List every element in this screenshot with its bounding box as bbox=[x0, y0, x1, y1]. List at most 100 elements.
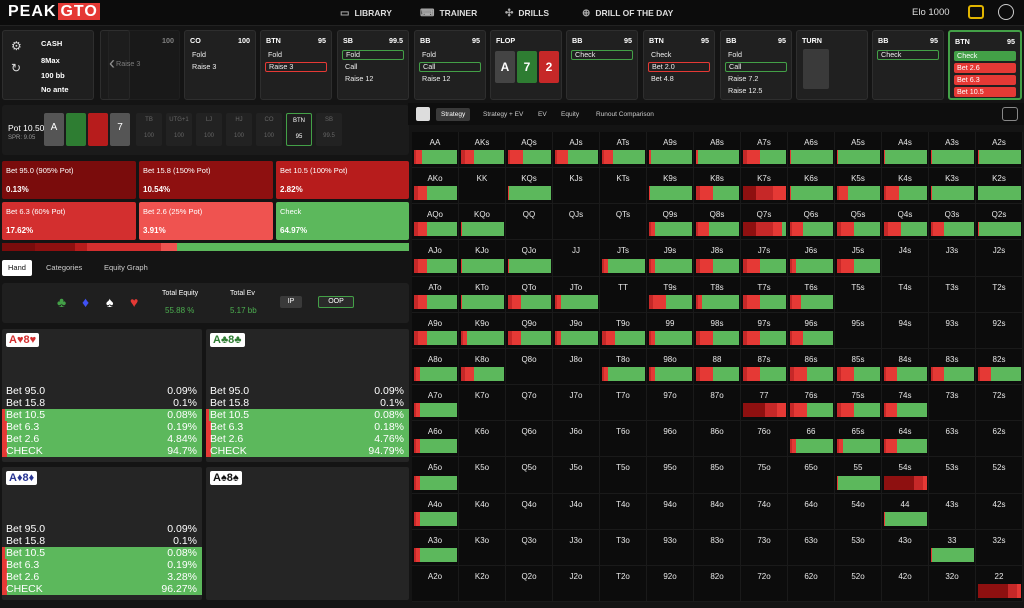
hand-cell-ajo[interactable]: AJo bbox=[412, 240, 459, 277]
hand-cell-64s[interactable]: 64s bbox=[882, 421, 929, 458]
hand-cell-76o[interactable]: 76o bbox=[741, 421, 788, 458]
hand-cell-t3s[interactable]: T3s bbox=[929, 276, 976, 313]
action-option[interactable]: Bet 2.0 bbox=[648, 62, 710, 72]
hand-cell-t5s[interactable]: T5s bbox=[835, 276, 882, 313]
hand-cell-87o[interactable]: 87o bbox=[694, 385, 741, 422]
layout-icon[interactable] bbox=[416, 107, 430, 121]
nav-trainer[interactable]: ⌨ TRAINER bbox=[420, 0, 477, 26]
action-option[interactable]: Fold bbox=[265, 50, 327, 60]
club-suit-filter[interactable]: ♣ bbox=[57, 294, 66, 310]
hand-cell-ats[interactable]: ATs bbox=[600, 132, 647, 169]
hand-cell-86s[interactable]: 86s bbox=[788, 348, 835, 386]
hand-cell-j5s[interactable]: J5s bbox=[835, 240, 882, 277]
action-option[interactable]: Call bbox=[419, 62, 481, 72]
hand-cell-94o[interactable]: 94o bbox=[647, 493, 694, 530]
action-option[interactable]: Bet 6.3 bbox=[954, 75, 1016, 85]
hand-cell-93s[interactable]: 93s bbox=[929, 312, 976, 349]
action-option[interactable]: Fold bbox=[725, 50, 787, 60]
hand-cell-aqs[interactable]: AQs bbox=[506, 132, 553, 169]
hand-cell-k7s[interactable]: K7s bbox=[741, 168, 788, 205]
hand-cell-t2o[interactable]: T2o bbox=[600, 565, 647, 602]
hand-cell-j9s[interactable]: J9s bbox=[647, 240, 694, 277]
hand-cell-q5o[interactable]: Q5o bbox=[506, 457, 553, 494]
hand-cell-t5o[interactable]: T5o bbox=[600, 457, 647, 494]
hand-cell-22[interactable]: 22 bbox=[976, 565, 1023, 602]
hand-cell-95o[interactable]: 95o bbox=[647, 457, 694, 494]
hand-cell-65s[interactable]: 65s bbox=[835, 421, 882, 458]
hand-cell-98s[interactable]: 98s bbox=[694, 312, 741, 349]
hand-cell-t7o[interactable]: T7o bbox=[600, 385, 647, 422]
gamepad-icon[interactable] bbox=[1002, 107, 1018, 121]
action-card-bb[interactable]: BB 95 Fold Call Raise 12 bbox=[414, 30, 486, 100]
hand-cell-qjs[interactable]: QJs bbox=[553, 204, 600, 241]
hand-cell-aa[interactable]: AA bbox=[412, 132, 459, 169]
hand-cell-a5s[interactable]: A5s bbox=[835, 132, 882, 169]
hand-cell-74s[interactable]: 74s bbox=[882, 385, 929, 422]
strategy-action-2[interactable]: Bet 10.5 (100% Pot) 2.82% bbox=[276, 161, 409, 199]
hand-cell-j3s[interactable]: J3s bbox=[929, 240, 976, 277]
hand-cell-q8o[interactable]: Q8o bbox=[506, 348, 553, 386]
hand-cell-j5o[interactable]: J5o bbox=[553, 457, 600, 494]
spade-suit-filter[interactable]: ♠ bbox=[106, 294, 113, 310]
hand-cell-82o[interactable]: 82o bbox=[694, 565, 741, 602]
hand-cell-t3o[interactable]: T3o bbox=[600, 529, 647, 566]
strategy-action-4[interactable]: Bet 2.6 (25% Pot) 3.91% bbox=[139, 202, 273, 240]
hand-cell-a4o[interactable]: A4o bbox=[412, 493, 459, 530]
gear-icon[interactable]: ⚙ bbox=[11, 39, 22, 53]
hand-cell-32o[interactable]: 32o bbox=[929, 565, 976, 602]
hand-cell-k8s[interactable]: K8s bbox=[694, 168, 741, 205]
hand-cell-k6o[interactable]: K6o bbox=[459, 421, 506, 458]
hand-cell-96o[interactable]: 96o bbox=[647, 421, 694, 458]
hand-cell-k7o[interactable]: K7o bbox=[459, 385, 506, 422]
hand-cell-j7s[interactable]: J7s bbox=[741, 240, 788, 277]
chat-icon[interactable] bbox=[968, 5, 984, 19]
diamond-suit-filter[interactable]: ♦ bbox=[82, 294, 89, 310]
action-card-bb[interactable]: BB 95 Fold Call Raise 7.2 Raise 12.5 bbox=[720, 30, 792, 100]
hand-cell-aqo[interactable]: AQo bbox=[412, 204, 459, 241]
hand-cell-66[interactable]: 66 bbox=[788, 421, 835, 458]
hand-cell-73s[interactable]: 73s bbox=[929, 385, 976, 422]
hand-cell-a6o[interactable]: A6o bbox=[412, 421, 459, 458]
hand-cell-q4s[interactable]: Q4s bbox=[882, 204, 929, 241]
hand-cell-t4s[interactable]: T4s bbox=[882, 276, 929, 313]
hand-cell-t8o[interactable]: T8o bbox=[600, 348, 647, 386]
hand-cell-a6s[interactable]: A6s bbox=[788, 132, 835, 169]
strategy-action-3[interactable]: Bet 6.3 (60% Pot) 17.62% bbox=[2, 202, 136, 240]
hand-cell-82s[interactable]: 82s bbox=[976, 348, 1023, 386]
hand-cell-aks[interactable]: AKs bbox=[459, 132, 506, 169]
hand-cell-q5s[interactable]: Q5s bbox=[835, 204, 882, 241]
hand-cell-62s[interactable]: 62s bbox=[976, 421, 1023, 458]
hand-cell-k5s[interactable]: K5s bbox=[835, 168, 882, 205]
hand-cell-72s[interactable]: 72s bbox=[976, 385, 1023, 422]
hand-cell-94s[interactable]: 94s bbox=[882, 312, 929, 349]
hand-cell-92s[interactable]: 92s bbox=[976, 312, 1023, 349]
hand-cell-33[interactable]: 33 bbox=[929, 529, 976, 566]
oop-toggle[interactable]: OOP bbox=[318, 296, 354, 308]
hand-cell-75s[interactable]: 75s bbox=[835, 385, 882, 422]
hand-cell-65o[interactable]: 65o bbox=[788, 457, 835, 494]
hand-cell-q9s[interactable]: Q9s bbox=[647, 204, 694, 241]
seat-btn[interactable]: BTN 95 bbox=[286, 113, 312, 146]
hand-cell-74o[interactable]: 74o bbox=[741, 493, 788, 530]
hand-cell-a2s[interactable]: A2s bbox=[976, 132, 1023, 169]
hand-cell-qq[interactable]: QQ bbox=[506, 204, 553, 241]
hand-cell-a5o[interactable]: A5o bbox=[412, 457, 459, 494]
hand-cell-96s[interactable]: 96s bbox=[788, 312, 835, 349]
action-option[interactable]: Call bbox=[725, 62, 787, 72]
hand-cell-j6s[interactable]: J6s bbox=[788, 240, 835, 277]
hand-cell-j8o[interactable]: J8o bbox=[553, 348, 600, 386]
hand-combo-box[interactable]: A♣8♣ Bet 95.0 0.09% Bet 15.8 0.1% Bet 10.5 0.0… bbox=[206, 329, 409, 462]
hand-cell-k8o[interactable]: K8o bbox=[459, 348, 506, 386]
hand-cell-k3s[interactable]: K3s bbox=[929, 168, 976, 205]
hand-cell-j9o[interactable]: J9o bbox=[553, 312, 600, 349]
hand-combo-box[interactable]: A♦8♦ Bet 95.0 0.09% Bet 15.8 0.1% Bet 10.5 0.0… bbox=[2, 467, 202, 600]
hand-cell-q7o[interactable]: Q7o bbox=[506, 385, 553, 422]
tab-runout-comparison[interactable]: Runout Comparison bbox=[591, 108, 659, 121]
action-card-btn[interactable]: BTN 95 Check Bet 2.6 Bet 6.3 Bet 10.5 bbox=[948, 30, 1022, 100]
hand-cell-88[interactable]: 88 bbox=[694, 348, 741, 386]
nav-library[interactable]: ▭ LIBRARY bbox=[340, 0, 392, 26]
hand-cell-44[interactable]: 44 bbox=[882, 493, 929, 530]
hand-cell-a3o[interactable]: A3o bbox=[412, 529, 459, 566]
hand-cell-j2s[interactable]: J2s bbox=[976, 240, 1023, 277]
hand-cell-97o[interactable]: 97o bbox=[647, 385, 694, 422]
